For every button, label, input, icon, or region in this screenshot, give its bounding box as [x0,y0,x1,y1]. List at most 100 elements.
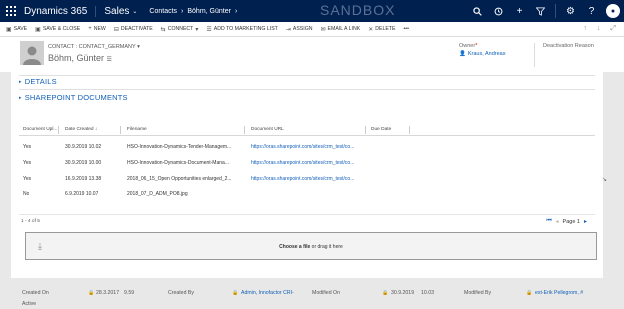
required-marker: * [475,43,478,49]
lock-icon: 🔒 [382,290,389,296]
breadcrumb-record[interactable]: Böhm, Günter [187,8,231,15]
save-label: SAVE [13,26,28,32]
modified-on-label: Modified On [312,290,340,296]
breadcrumb-contacts[interactable]: Contacts [149,8,177,15]
cell-url[interactable]: https://oras.sharepoint.com/sites/crm_te… [251,144,365,150]
user-avatar-icon[interactable]: ● [606,4,620,18]
cell-uploaded: Yes [23,160,32,166]
assign-button[interactable]: ⇥ ASSIGN [286,26,313,33]
column-separator[interactable] [409,126,410,134]
owner-value[interactable]: 👤 Kraus, Andreas [459,51,505,57]
save-button[interactable]: ▣ SAVE [6,26,27,33]
lock-icon: 🔒 [526,290,533,296]
save-close-button[interactable]: ▣ SAVE & CLOSE [35,26,80,33]
save-close-label: SAVE & CLOSE [42,26,81,32]
created-by-label: Created By [168,290,194,296]
delete-icon: ✕ [368,26,374,33]
top-nav-bar: Dynamics 365 Sales ⌄ Contacts › Böhm, Gü… [0,0,624,22]
created-on-time: 9.59 [124,290,135,296]
filter-icon[interactable] [530,0,551,22]
divider [555,4,556,18]
scroll-arrow-icon[interactable]: ↘ [602,176,607,183]
breadcrumb-separator-icon: › [181,7,184,15]
menu-icon[interactable]: ☰ [107,57,112,63]
deactivate-button[interactable]: ⊟ DEACTIVATE [114,26,153,33]
expand-icon[interactable]: ⤢ [610,25,616,33]
column-separator[interactable] [244,126,245,134]
column-separator[interactable] [58,126,59,134]
down-arrow-icon[interactable]: ↓ [597,25,601,33]
record-header: CONTACT : CONTACT_GERMANY ▾ Böhm, Günter… [0,37,624,72]
table-row[interactable]: Yes 16.9.2019 13.38 2018_06_15_Open Oppo… [19,172,595,185]
owner-value-link[interactable]: Kraus, Andreas [468,51,506,57]
chevron-down-icon: ▾ [195,26,199,33]
new-label: NEW [93,26,106,32]
previous-page-icon[interactable]: ◂ [556,219,559,225]
more-icon: ••• [403,26,409,32]
pager: ⏮ ◂ Page 1 ▸ [546,218,587,225]
cell-url[interactable]: https://oras.sharepoint.com/sites/crm_te… [251,160,365,166]
cell-filename[interactable]: 2018_06_15_Open Opportunities enlarged_2… [127,176,245,182]
breadcrumb-separator-icon: › [234,7,238,15]
save-icon: ▣ [6,26,12,33]
app-launcher-icon[interactable] [0,0,22,22]
column-document-url[interactable]: Document URL [251,127,284,132]
drop-zone-text: Choose a file or drag it here [26,244,596,250]
brand-title[interactable]: Dynamics 365 [22,6,95,17]
marketing-list-icon: ☰ [206,26,212,33]
divider [19,89,595,90]
cell-date: 30.9.2019 10.02 [65,144,102,150]
table-row[interactable]: Yes 30.9.2019 10.00 HSO-Innovation-Dynam… [19,156,595,169]
modified-by-link[interactable]: ext-Erik Pellegrom, # [535,290,583,296]
collapse-triangle-icon: ▸ [19,78,22,85]
grid-header: Document Upl... Date Created ↓ Filename … [19,124,595,136]
collapse-triangle-icon: ▸ [19,94,22,101]
record-name: Böhm, Günter ☰ [48,53,112,63]
record-name-text: Böhm, Günter [48,53,105,63]
contact-photo-icon[interactable] [20,41,44,65]
history-icon[interactable] [488,0,509,22]
next-page-icon[interactable]: ▸ [584,218,587,225]
section-details[interactable]: ▸ DETAILS [19,77,57,86]
cell-filename[interactable]: HSO-Innovation-Dynamics-Document-Mana... [127,160,245,166]
table-row[interactable]: Yes 30.9.2019 10.02 HSO-Innovation-Dynam… [19,140,595,153]
modified-on-date: 30.9.2019 [391,290,415,296]
gear-icon[interactable]: ⚙ [560,0,581,22]
section-sharepoint-documents[interactable]: ▸ SHAREPOINT DOCUMENTS [19,93,128,102]
cell-filename[interactable]: HSO-Innovation-Dynamics-Tender-Managem..… [127,144,245,150]
cell-filename[interactable]: 2018_07_D_ADM_PO8.jpg [127,191,245,197]
environment-label: SANDBOX [320,2,396,18]
created-by-link[interactable]: Admin, Innofactor CRI- [241,290,294,296]
cell-url[interactable]: https://oras.sharepoint.com/sites/crm_te… [251,176,365,182]
choose-file-link[interactable]: Choose a file [279,244,310,250]
save-close-icon: ▣ [35,26,41,33]
record-type[interactable]: CONTACT : CONTACT_GERMANY ▾ [48,44,140,50]
lock-icon: 🔒 [232,290,239,296]
new-button[interactable]: + NEW [88,26,106,32]
email-link-button[interactable]: ✉ EMAIL A LINK [321,26,361,33]
up-arrow-icon[interactable]: ↑ [583,25,587,33]
column-document-uploaded[interactable]: Document Upl... [23,127,57,132]
column-filename[interactable]: Filename [127,127,147,132]
search-icon[interactable] [467,0,488,22]
deactivate-icon: ⊟ [113,26,119,33]
first-page-icon[interactable]: ⏮ [546,218,551,225]
connect-button[interactable]: ⇆ CONNECT ▾ [161,26,199,33]
column-due-date[interactable]: Due Date [371,127,391,132]
more-commands-button[interactable]: ••• [403,26,408,32]
column-date-created[interactable]: Date Created ↓ [65,127,97,132]
plus-icon[interactable]: + [509,0,530,22]
cell-uploaded: Yes [23,176,32,182]
delete-button[interactable]: ✕ DELETE [368,26,395,33]
help-icon[interactable]: ? [581,0,602,22]
record-footer: Created On 🔒 28.3.2017 9.59 Created By 🔒… [0,284,624,300]
add-to-marketing-list-button[interactable]: ☰ ADD TO MARKETING LIST [206,26,277,33]
column-separator[interactable] [365,126,366,134]
modified-by-label: Modified By [464,290,492,296]
app-switcher[interactable]: Sales ⌄ [95,5,145,17]
file-drop-zone[interactable]: ⤓ Choose a file or drag it here [25,232,597,260]
deactivation-reason-field[interactable]: Deactivation Reason [534,43,618,67]
table-row[interactable]: No 6.9.2019 10.07 2018_07_D_ADM_PO8.jpg [19,187,595,200]
column-separator[interactable] [120,126,121,134]
connect-label: CONNECT [167,26,194,32]
